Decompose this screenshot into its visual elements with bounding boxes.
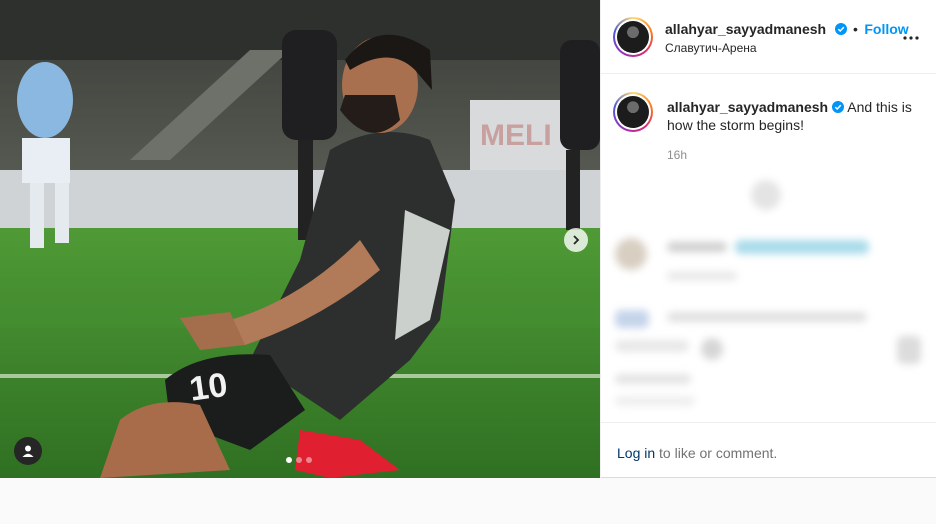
jersey-number: 10: [187, 366, 230, 409]
instagram-post: MELI 10 allahyar_sayyadmanesh • Follow С…: [0, 0, 936, 478]
chevron-right-icon: [573, 235, 580, 245]
caption-username-link[interactable]: allahyar_sayyadmanesh: [667, 99, 828, 115]
avatar[interactable]: [613, 17, 653, 57]
location-link[interactable]: Славутич-Арена: [665, 41, 757, 55]
caption-avatar[interactable]: [613, 92, 653, 132]
header-user-line: allahyar_sayyadmanesh • Follow: [665, 21, 909, 39]
username-link[interactable]: allahyar_sayyadmanesh: [665, 21, 826, 37]
verified-badge-icon: [834, 23, 847, 35]
comments-area-blurred: [601, 170, 936, 420]
tagged-users-button[interactable]: [14, 437, 42, 465]
post-header: allahyar_sayyadmanesh • Follow Славутич-…: [601, 0, 936, 74]
carousel-indicator: [286, 457, 312, 463]
post-timestamp: 16h: [667, 148, 688, 162]
login-prompt: Log in to like or comment.: [617, 445, 777, 461]
svg-text:MELI: MELI: [480, 119, 552, 152]
post-side-panel: allahyar_sayyadmanesh • Follow Славутич-…: [600, 0, 936, 478]
next-slide-button[interactable]: [564, 228, 588, 252]
football-player-image: MELI 10: [0, 0, 600, 478]
carousel-dot: [286, 457, 292, 463]
user-tag-icon: [22, 445, 34, 457]
more-options-icon: [903, 36, 919, 40]
caption: allahyar_sayyadmanesh And this is how th…: [667, 98, 919, 134]
post-photo[interactable]: MELI 10: [0, 0, 600, 478]
login-link[interactable]: Log in: [617, 445, 655, 461]
carousel-dot: [296, 457, 302, 463]
login-prompt-text: to like or comment.: [655, 445, 778, 461]
verified-badge-icon: [832, 101, 845, 113]
separator-dot: •: [853, 21, 858, 37]
carousel-dot: [306, 457, 312, 463]
post-footer: Log in to like or comment.: [601, 422, 936, 478]
more-options-button[interactable]: [901, 28, 921, 48]
